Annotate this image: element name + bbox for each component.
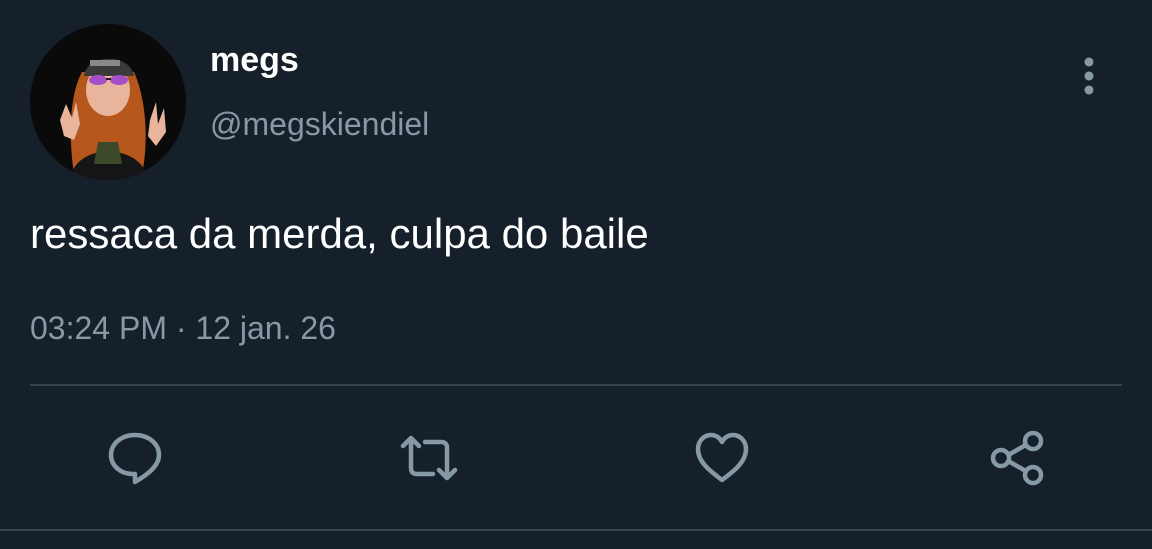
more-vertical-icon	[1084, 57, 1094, 95]
avatar-image	[30, 24, 186, 180]
bottom-divider	[0, 529, 1152, 531]
retweet-button[interactable]	[399, 428, 459, 488]
retweet-icon	[400, 435, 458, 481]
divider	[30, 384, 1122, 386]
reply-icon	[108, 432, 162, 485]
share-icon	[990, 430, 1044, 486]
like-button[interactable]	[692, 428, 752, 488]
heart-icon	[695, 432, 749, 483]
tweet-text: ressaca da merda, culpa do baile	[30, 210, 649, 257]
author-display-name[interactable]: megs	[210, 40, 299, 80]
tweet-timestamp[interactable]: 03:24 PM · 12 jan. 26	[30, 308, 336, 348]
avatar[interactable]	[30, 24, 186, 180]
more-options-button[interactable]	[1072, 54, 1106, 98]
share-button[interactable]	[988, 428, 1048, 488]
author-handle[interactable]: @megskiendiel	[210, 104, 429, 144]
reply-button[interactable]	[105, 428, 165, 488]
